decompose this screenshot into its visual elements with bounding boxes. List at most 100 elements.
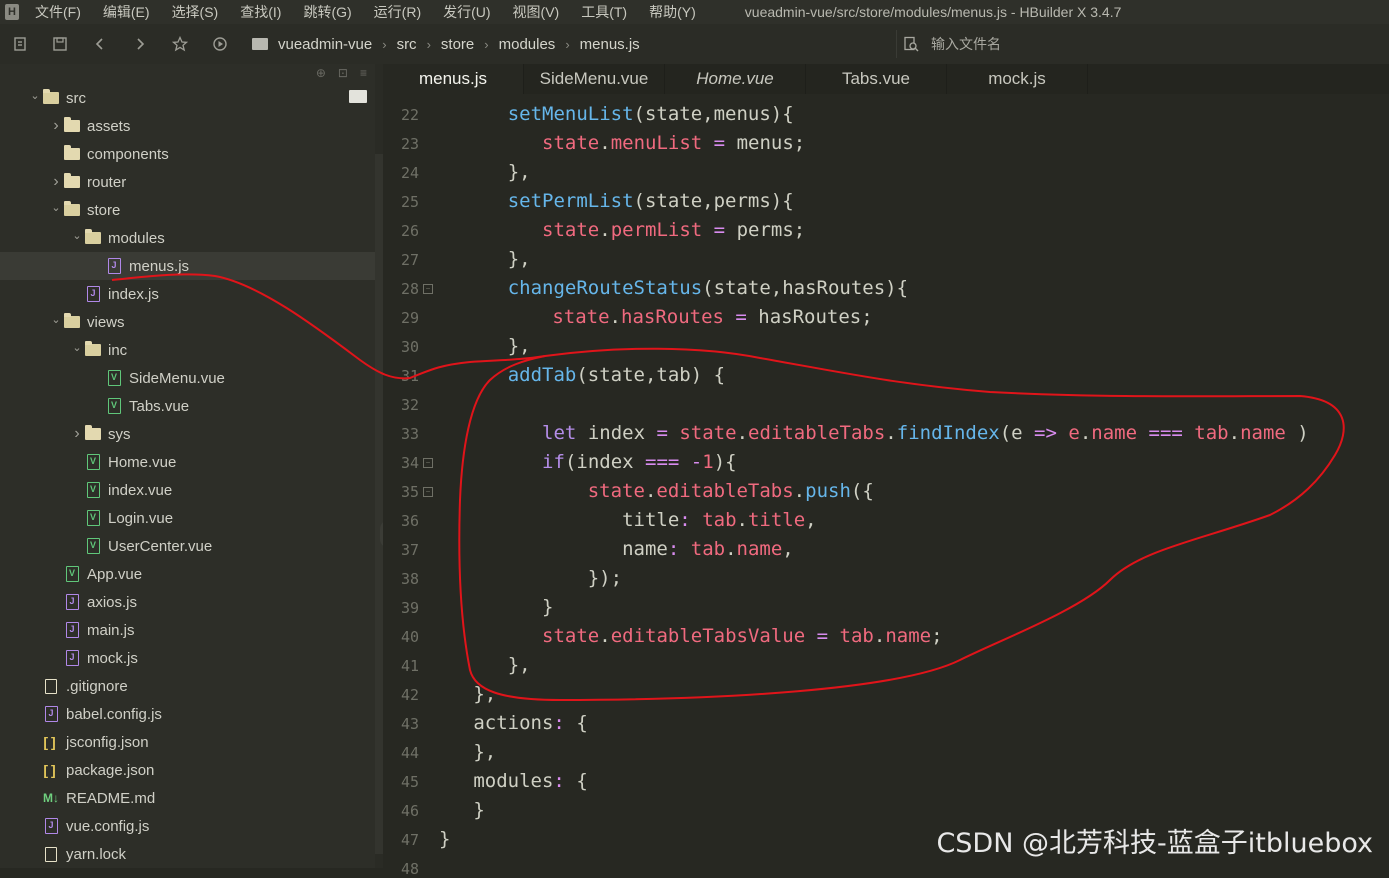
menu-item[interactable]: 编辑(E) — [92, 2, 161, 22]
code-line[interactable]: } — [473, 796, 484, 825]
code-line[interactable]: addTab(state,tab) { — [508, 361, 725, 390]
breadcrumb-item[interactable]: store — [441, 36, 474, 53]
tree-item[interactable]: ⌄ views — [0, 308, 375, 336]
tree-item[interactable]: Jmain.js — [0, 616, 375, 644]
tree-item[interactable]: M↓ README.md — [0, 784, 375, 812]
menu-item[interactable]: 运行(R) — [363, 2, 432, 22]
code-line[interactable]: actions: { — [473, 709, 587, 738]
code-token: name — [1091, 422, 1138, 444]
fold-toggle-icon[interactable]: − — [423, 458, 433, 468]
fold-toggle-icon[interactable]: − — [423, 487, 433, 497]
code-token: (state,tab) { — [576, 364, 726, 386]
tree-item[interactable]: › router — [0, 168, 375, 196]
tree-item[interactable]: .gitignore — [0, 672, 375, 700]
tab-home-vue[interactable]: Home.vue — [665, 64, 806, 94]
code-line[interactable]: name: tab.name, — [622, 535, 794, 564]
menu-item[interactable]: 工具(T) — [570, 2, 638, 22]
star-icon[interactable] — [160, 24, 200, 64]
sidebar-scrollbar[interactable] — [375, 64, 383, 868]
tab-tabs-vue[interactable]: Tabs.vue — [806, 64, 947, 94]
tree-item[interactable]: Jbabel.config.js — [0, 700, 375, 728]
chevron-down-icon[interactable]: ⌄ — [49, 201, 63, 214]
menu-item[interactable]: 查找(I) — [229, 2, 292, 22]
tree-item[interactable]: ⌄ modules — [0, 224, 375, 252]
code-line[interactable]: } — [439, 825, 450, 854]
code-line[interactable]: }, — [508, 245, 531, 274]
file-search-input[interactable] — [929, 35, 1133, 53]
tree-item[interactable]: V UserCenter.vue — [0, 532, 375, 560]
chevron-right-icon[interactable]: › — [49, 117, 63, 135]
chevron-right-icon[interactable]: › — [49, 173, 63, 191]
tree-item[interactable]: V Tabs.vue — [0, 392, 375, 420]
code-line[interactable]: state.permList = perms; — [542, 216, 805, 245]
forward-icon[interactable] — [120, 24, 160, 64]
code-line[interactable]: state.menuList = menus; — [542, 129, 805, 158]
tree-item[interactable]: V Login.vue — [0, 504, 375, 532]
tree-item[interactable]: Jmock.js — [0, 644, 375, 672]
tree-item[interactable]: V Home.vue — [0, 448, 375, 476]
code-line[interactable]: state.editableTabsValue = tab.name; — [542, 622, 942, 651]
new-file-icon[interactable] — [0, 24, 40, 64]
code-line[interactable]: setPermList(state,perms){ — [508, 187, 794, 216]
code-line[interactable]: title: tab.title, — [622, 506, 817, 535]
chevron-down-icon[interactable]: ⌄ — [70, 341, 84, 354]
code-line[interactable]: state.editableTabs.push({ — [588, 477, 874, 506]
breadcrumb-item[interactable]: modules — [499, 36, 556, 53]
code-line[interactable]: }, — [508, 332, 531, 361]
tree-item[interactable]: ⌄ inc — [0, 336, 375, 364]
chevron-down-icon[interactable]: ⌄ — [70, 229, 84, 242]
tree-item[interactable]: Jaxios.js — [0, 588, 375, 616]
menu-item[interactable]: 帮助(Y) — [638, 2, 707, 22]
menu-item[interactable]: 文件(F) — [24, 2, 92, 22]
tab-mock-js[interactable]: mock.js — [947, 64, 1088, 94]
code-line[interactable]: changeRouteStatus(state,hasRoutes){ — [508, 274, 908, 303]
tree-item[interactable]: components — [0, 140, 375, 168]
tab-menus-js[interactable]: menus.js — [383, 64, 524, 94]
tree-item[interactable]: [] jsconfig.json — [0, 728, 375, 756]
tree-item[interactable]: yarn.lock — [0, 840, 375, 868]
code-line[interactable]: modules: { — [473, 767, 587, 796]
code-line[interactable]: setMenuList(state,menus){ — [508, 100, 794, 129]
code-line[interactable]: }); — [588, 564, 622, 593]
code-line[interactable]: }, — [508, 651, 531, 680]
menu-icon[interactable]: ≡ — [360, 66, 367, 80]
tree-item[interactable]: V SideMenu.vue — [0, 364, 375, 392]
menu-item[interactable]: 跳转(G) — [292, 2, 362, 22]
menu-item[interactable]: 选择(S) — [161, 2, 230, 22]
breadcrumb-item[interactable]: vueadmin-vue — [278, 36, 372, 53]
code-line[interactable]: } — [542, 593, 553, 622]
code-line[interactable]: }, — [473, 680, 496, 709]
menu-item[interactable]: 发行(U) — [432, 2, 501, 22]
breadcrumb-item[interactable]: menus.js — [580, 36, 640, 53]
chevron-down-icon[interactable]: ⌄ — [28, 89, 42, 102]
tree-item[interactable]: [] package.json — [0, 756, 375, 784]
tree-item[interactable]: ⌄ store — [0, 196, 375, 224]
back-icon[interactable] — [80, 24, 120, 64]
tree-item[interactable]: › sys — [0, 420, 375, 448]
save-icon[interactable] — [40, 24, 80, 64]
tree-item[interactable]: Vindex.vue — [0, 476, 375, 504]
code-line[interactable]: state.hasRoutes = hasRoutes; — [552, 303, 872, 332]
code-editor[interactable]: 22 23 24 25 26 27 28−29 30 31 32 33 34−35−36 37 38 39 4… — [383, 94, 1389, 878]
tree-item[interactable]: Jvue.config.js — [0, 812, 375, 840]
menu-item[interactable]: 视图(V) — [502, 2, 571, 22]
code-line[interactable]: if(index === -1){ — [542, 448, 737, 477]
open-folder-icon[interactable] — [349, 90, 367, 103]
collapse-all-icon[interactable]: ⊡ — [338, 66, 348, 80]
tree-item[interactable]: Jmenus.js — [0, 252, 375, 280]
fold-toggle-icon[interactable]: − — [423, 284, 433, 294]
code-line[interactable]: }, — [508, 158, 531, 187]
scrollbar-thumb[interactable] — [375, 154, 383, 854]
tab-sidemenu-vue[interactable]: SideMenu.vue — [524, 64, 665, 94]
tree-item[interactable]: Jindex.js — [0, 280, 375, 308]
tree-item[interactable]: V App.vue — [0, 560, 375, 588]
chevron-right-icon[interactable]: › — [70, 425, 84, 443]
tree-item[interactable]: ⌄ src — [0, 84, 375, 112]
breadcrumb-item[interactable]: src — [397, 36, 417, 53]
tree-item[interactable]: › assets — [0, 112, 375, 140]
locate-icon[interactable]: ⊕ — [316, 66, 326, 80]
code-line[interactable]: let index = state.editableTabs.findIndex… — [542, 419, 1309, 448]
run-icon[interactable] — [200, 24, 240, 64]
chevron-down-icon[interactable]: ⌄ — [49, 313, 63, 326]
code-line[interactable]: }, — [473, 738, 496, 767]
